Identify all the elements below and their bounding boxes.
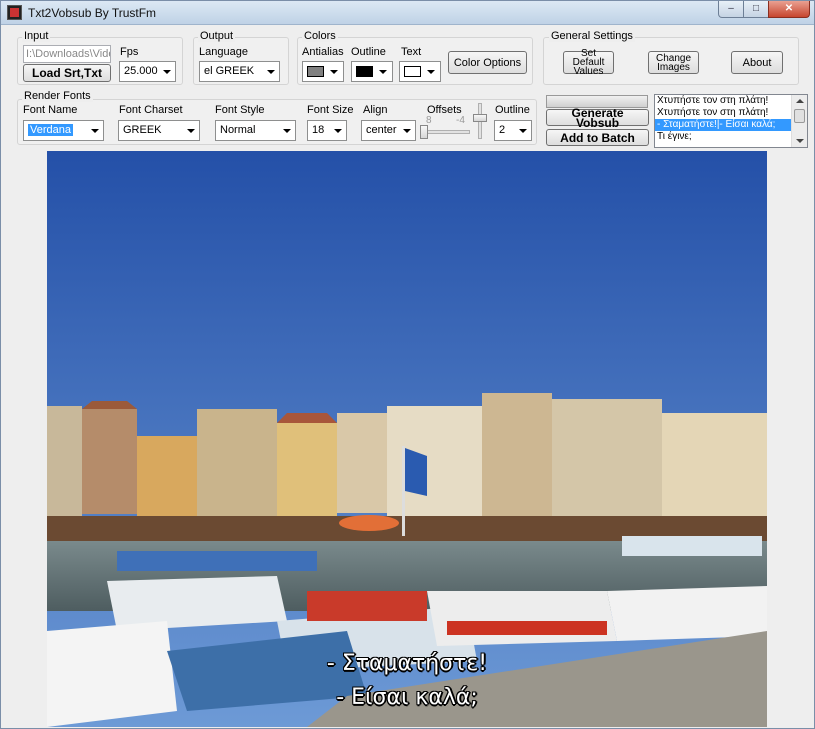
font-style-label: Font Style [215, 104, 265, 116]
offset-y-value: -4 [456, 115, 465, 126]
maximize-button[interactable]: □ [743, 1, 769, 18]
load-srt-button[interactable]: Load Srt,Txt [23, 64, 111, 82]
language-value: el GREEK [204, 65, 255, 77]
outline-size-value: 2 [499, 124, 506, 136]
antialias-color-swatch [307, 66, 324, 77]
chevron-down-icon [267, 70, 275, 74]
input-group-label: Input [22, 30, 51, 42]
font-name-select[interactable]: Verdana [23, 120, 104, 141]
chevron-down-icon [187, 129, 195, 133]
scroll-down-icon[interactable] [796, 139, 804, 143]
outline-size-label: Outline [495, 104, 530, 116]
font-size-label: Font Size [307, 104, 354, 116]
chevron-down-icon [334, 129, 342, 133]
subtitle-preview: - Σταματήστε! - Είσαι καλά; [47, 151, 767, 727]
chevron-down-icon [91, 129, 99, 133]
offset-x-slider-track [422, 130, 470, 134]
window-title: Txt2Vobsub By TrustFm [28, 6, 157, 20]
chevron-down-icon [427, 70, 435, 74]
text-color-select[interactable] [399, 61, 441, 82]
align-select[interactable]: center [361, 120, 416, 141]
text-color-label: Text [401, 46, 422, 58]
align-value: center [366, 124, 397, 136]
preview-subtitle-line-2: - Είσαι καλά; [336, 685, 478, 710]
set-default-values-button[interactable]: Set Default Values [563, 49, 614, 77]
antialias-label: Antialias [302, 46, 344, 58]
render-fonts-label: Render Fonts [22, 90, 93, 102]
font-style-select[interactable]: Normal [215, 120, 296, 141]
fps-select[interactable]: 25.000 [119, 61, 176, 82]
about-button[interactable]: About [731, 51, 783, 74]
list-item[interactable]: Τι έγινε; [655, 131, 791, 143]
list-item-selected[interactable]: - Σταματήστε!|- Είσαι καλά; [655, 119, 791, 131]
font-name-value: Verdana [28, 124, 73, 136]
colors-group-label: Colors [302, 30, 338, 42]
chevron-down-icon [519, 129, 527, 133]
chevron-down-icon [283, 129, 291, 133]
language-select[interactable]: el GREEK [199, 61, 280, 82]
outline-color-label: Outline [351, 46, 386, 58]
scroll-thumb[interactable] [794, 109, 805, 123]
chevron-down-icon [379, 70, 387, 74]
preview-background-image [47, 151, 767, 727]
generate-vobsub-button[interactable]: Generate Vobsub [546, 107, 649, 129]
outline-color-select[interactable] [351, 61, 393, 82]
subtitle-list-scrollbar[interactable] [791, 95, 807, 147]
offset-x-slider[interactable] [420, 125, 428, 139]
outline-color-swatch [356, 66, 373, 77]
fps-value: 25.000 [124, 65, 158, 77]
fps-label: Fps [120, 46, 139, 58]
font-size-select[interactable]: 18 [307, 120, 347, 141]
font-size-value: 18 [312, 124, 325, 136]
preview-subtitle-line-1: - Σταματήστε! [326, 651, 488, 676]
chevron-down-icon [163, 70, 171, 74]
language-label: Language [199, 46, 248, 58]
input-path-field[interactable]: I:\Downloads\Video [23, 45, 111, 63]
general-settings-label: General Settings [549, 30, 635, 42]
list-item[interactable]: Χτυπήστε τον στη πλάτη! [655, 95, 791, 107]
output-group-label: Output [198, 30, 236, 42]
minimize-button[interactable]: – [718, 1, 744, 18]
font-style-value: Normal [220, 124, 256, 136]
align-label: Align [363, 104, 388, 116]
font-charset-value: GREEK [123, 124, 162, 136]
chevron-down-icon [403, 129, 411, 133]
list-item[interactable]: Χτυπήστε τον στη πλάτη! [655, 107, 791, 119]
close-button[interactable]: ✕ [768, 1, 810, 18]
main-window: Txt2Vobsub By TrustFm – □ ✕ Input I:\Dow… [0, 0, 815, 729]
add-to-batch-button[interactable]: Add to Batch [546, 129, 649, 146]
font-name-label: Font Name [23, 104, 78, 116]
title-bar[interactable]: Txt2Vobsub By TrustFm – □ ✕ [1, 1, 814, 25]
outline-size-select[interactable]: 2 [494, 120, 532, 141]
antialias-color-select[interactable] [302, 61, 344, 82]
app-icon [7, 5, 22, 20]
change-images-button[interactable]: Change Images [648, 51, 699, 74]
offset-y-slider[interactable] [473, 114, 487, 122]
font-charset-select[interactable]: GREEK [118, 120, 200, 141]
scroll-up-icon[interactable] [796, 99, 804, 103]
chevron-down-icon [330, 70, 338, 74]
text-color-swatch [404, 66, 421, 77]
color-options-button[interactable]: Color Options [448, 51, 527, 74]
subtitle-list[interactable]: Χτυπήστε τον στη πλάτη! Χτυπήστε τον στη… [654, 94, 808, 148]
font-charset-label: Font Charset [119, 104, 183, 116]
